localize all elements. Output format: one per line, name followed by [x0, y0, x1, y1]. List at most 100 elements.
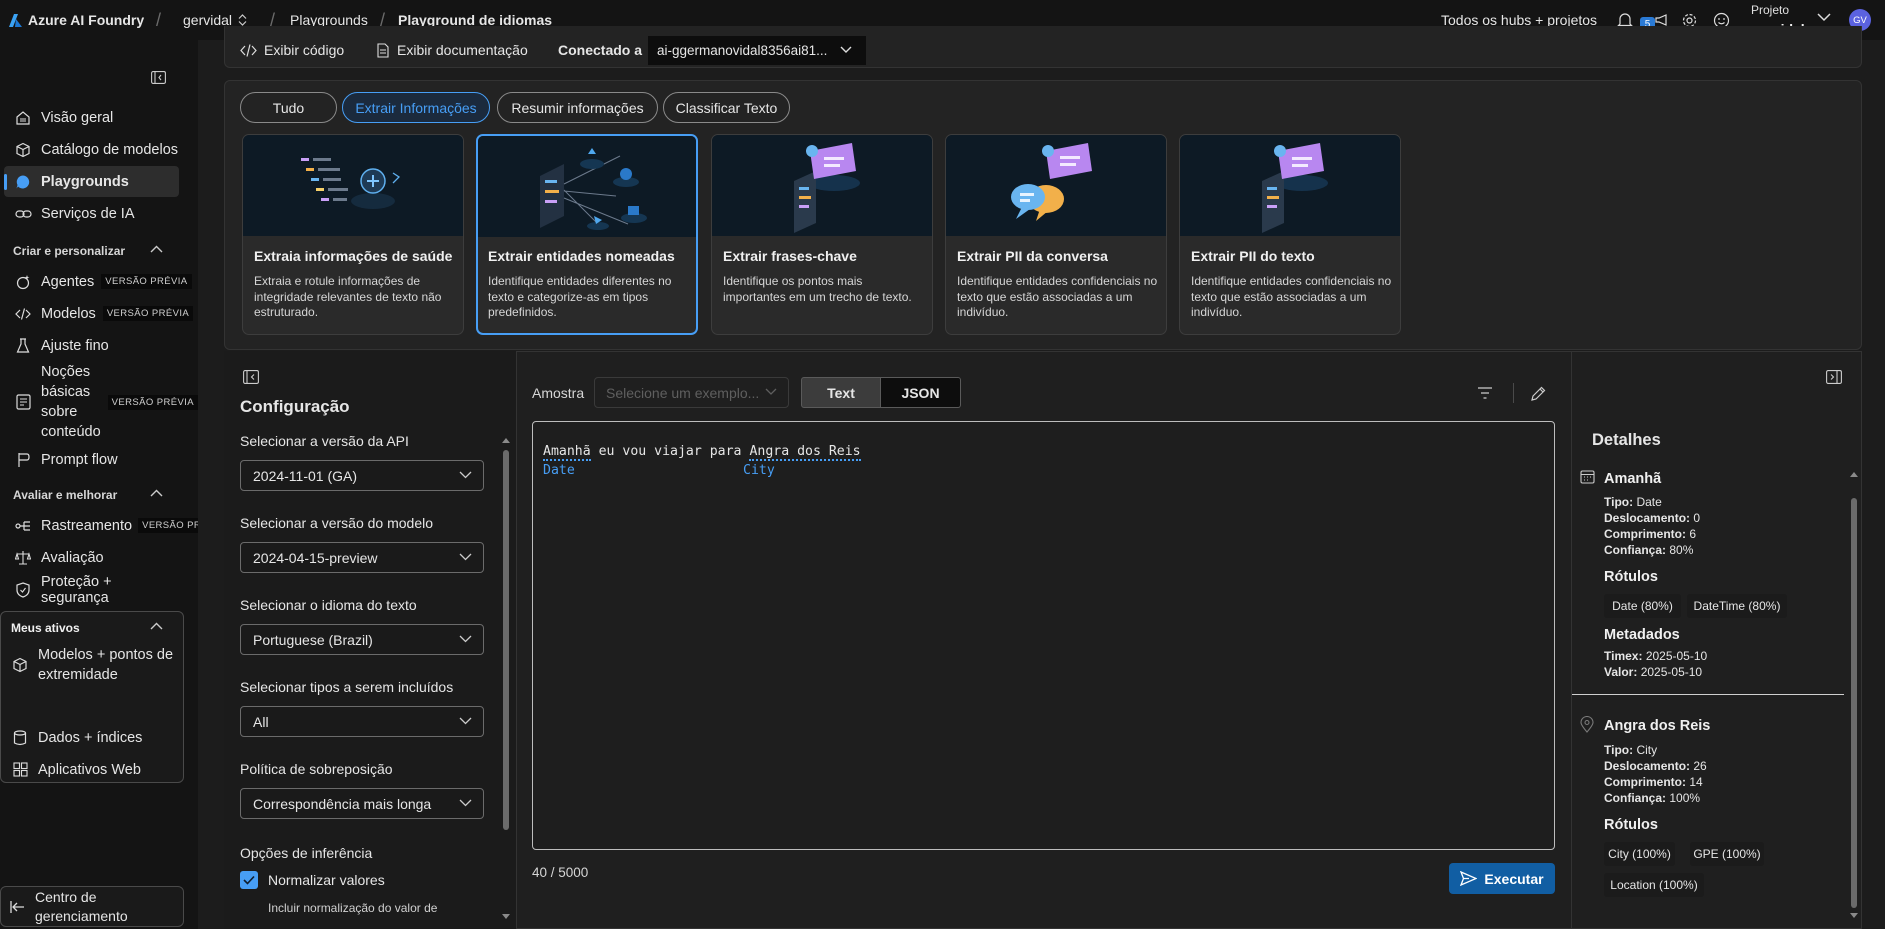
- project-label: Projeto: [1751, 3, 1790, 17]
- sidebar-item-label: Playgrounds: [41, 173, 129, 190]
- sidebar-item-fine-tuning[interactable]: Ajuste fino: [4, 330, 179, 361]
- tab-text[interactable]: Text: [801, 377, 881, 408]
- model-version-value: 2024-04-15-preview: [253, 549, 378, 566]
- flask-icon: [14, 337, 32, 355]
- filter-summarize[interactable]: Resumir informações: [497, 92, 658, 123]
- view-code-button[interactable]: Exibir código: [240, 42, 344, 58]
- section-create-title: Criar e personalizar: [13, 244, 126, 258]
- entity-city[interactable]: Angra dos Reis: [749, 444, 861, 461]
- sidebar-item-label: Rastreamento: [41, 517, 133, 534]
- connected-label: Conectado a: [558, 42, 643, 58]
- divider: [516, 351, 517, 929]
- sidebar-item-playgrounds[interactable]: Playgrounds: [4, 166, 179, 197]
- normalize-checkbox[interactable]: [240, 871, 258, 889]
- sidebar-item-label: Catálogo de modelos: [41, 141, 179, 158]
- sidebar-item-models-endpoints[interactable]: Modelos + pontos de extremidade: [4, 643, 179, 687]
- card-description: Identifique os pontos mais importantes e…: [723, 274, 912, 304]
- model-version-select[interactable]: 2024-04-15-preview: [240, 542, 484, 573]
- cube-icon: [11, 656, 29, 674]
- management-center-button[interactable]: Centro de gerenciamento: [0, 886, 184, 927]
- checkmark-icon: [243, 875, 255, 885]
- sidebar-item-label: Ajuste fino: [41, 337, 109, 354]
- resource-selector[interactable]: ai-ggermanovidal8356ai81...: [648, 36, 866, 65]
- preview-badge: VERSÃO PRÉVIA: [102, 306, 194, 321]
- editor-plain-text: eu vou viajar para: [590, 444, 750, 459]
- text-editor[interactable]: [532, 421, 1555, 850]
- view-docs-button[interactable]: Exibir documentação: [377, 42, 528, 58]
- entity-date[interactable]: Amanhã: [543, 444, 591, 461]
- sidebar-item-safety[interactable]: Proteção + segurança: [4, 574, 179, 606]
- chevron-up-icon[interactable]: [150, 245, 163, 253]
- sidebar-item-data-indexes[interactable]: Dados + índices: [4, 722, 179, 753]
- health-illustration-icon: [243, 135, 463, 236]
- config-scrollbar[interactable]: [501, 436, 511, 921]
- flow-icon: [14, 451, 32, 469]
- value: City: [1636, 743, 1658, 757]
- chevron-up-icon[interactable]: [150, 622, 163, 630]
- edit-icon[interactable]: [1530, 386, 1546, 402]
- editor-line: Amanhã eu vou viajar para Angra dos Reis: [543, 442, 861, 461]
- card-pii-conversation[interactable]: Extrair PII da conversa Identifique enti…: [945, 134, 1167, 335]
- collapse-details-icon[interactable]: [1826, 370, 1842, 384]
- sidebar-item-prompt-flow[interactable]: Prompt flow: [4, 444, 179, 475]
- calendar-icon: [1580, 469, 1595, 484]
- location-pin-icon: [1580, 716, 1594, 733]
- chevron-up-icon[interactable]: [150, 489, 163, 497]
- scroll-down-icon: [1850, 913, 1858, 918]
- run-button[interactable]: Executar: [1449, 863, 1555, 894]
- card-description: Extraia e rotule informações de integrid…: [254, 274, 442, 319]
- sidebar-item-agents[interactable]: Agentes VERSÃO PRÉVIA: [4, 266, 192, 297]
- entity2-name: Angra dos Reis: [1604, 718, 1711, 734]
- chat-icon: [14, 173, 32, 191]
- key-phrases-illustration-icon: [712, 135, 932, 236]
- details-scrollbar[interactable]: [1849, 470, 1859, 920]
- brand[interactable]: Azure AI Foundry: [9, 0, 144, 40]
- sidebar-item-content-understanding[interactable]: Noções básicas sobre conteúdo VERSÃO PRÉ…: [4, 362, 198, 442]
- filter-icon[interactable]: [1477, 387, 1493, 399]
- chevron-down-icon[interactable]: [1817, 13, 1831, 22]
- language-select[interactable]: Portuguese (Brazil): [240, 624, 484, 655]
- filter-extract-info[interactable]: Extrair Informações: [342, 92, 490, 123]
- card-title: Extrair PII do texto: [1191, 248, 1315, 264]
- api-version-value: 2024-11-01 (GA): [253, 467, 358, 484]
- filter-classify[interactable]: Classificar Texto: [663, 92, 790, 123]
- code-icon: [240, 43, 257, 57]
- types-select[interactable]: All: [240, 706, 484, 737]
- scroll-thumb[interactable]: [503, 450, 509, 830]
- sidebar: Visão geral Catálogo de modelos Playgrou…: [0, 40, 212, 929]
- chevron-down-icon: [459, 635, 472, 643]
- api-version-select[interactable]: 2024-11-01 (GA): [240, 460, 484, 491]
- section-evaluate-title: Avaliar e melhorar: [13, 488, 118, 502]
- tab-json[interactable]: JSON: [881, 377, 961, 408]
- sidebar-item-model-catalog[interactable]: Catálogo de modelos: [4, 134, 179, 165]
- sidebar-item-models[interactable]: Modelos VERSÃO PRÉVIA: [4, 298, 194, 329]
- sidebar-item-evaluation[interactable]: Avaliação: [4, 542, 179, 573]
- card-description: Identifique entidades diferentes no text…: [488, 274, 672, 319]
- sidebar-item-label: Dados + índices: [38, 729, 143, 746]
- sidebar-item-label: Prompt flow: [41, 451, 118, 468]
- card-health-extraction[interactable]: Extraia informações de saúde Extraia e r…: [242, 134, 464, 335]
- scroll-thumb[interactable]: [1851, 498, 1857, 908]
- overlap-select[interactable]: Correspondência mais longa: [240, 788, 484, 819]
- entity2-type: Tipo: City: [1604, 743, 1657, 757]
- card-title: Extrair frases-chave: [723, 248, 857, 264]
- sidebar-item-web-apps[interactable]: Aplicativos Web: [4, 754, 179, 785]
- sidebar-item-ai-services[interactable]: Serviços de IA: [4, 198, 179, 229]
- card-key-phrases[interactable]: Extrair frases-chave Identifique os pont…: [711, 134, 933, 335]
- collapse-config-icon[interactable]: [243, 370, 259, 384]
- document-icon: [377, 42, 389, 58]
- scroll-down-icon: [502, 914, 510, 919]
- card-pii-text[interactable]: Extrair PII do texto Identifique entidad…: [1179, 134, 1401, 335]
- sample-select[interactable]: Selecione um exemplo...: [594, 377, 789, 408]
- card-ner[interactable]: Extrair entidades nomeadas Identifique e…: [476, 134, 698, 335]
- filter-all[interactable]: Tudo: [240, 92, 337, 123]
- sidebar-item-tracing[interactable]: Rastreamento VERSÃO PRÉ: [4, 510, 212, 541]
- collapse-sidebar-icon[interactable]: [151, 71, 166, 84]
- entity1-metadata-title: Metadados: [1604, 627, 1680, 643]
- language-value: Portuguese (Brazil): [253, 631, 373, 648]
- sidebar-item-label: Visão geral: [41, 109, 114, 126]
- label-tag: Date (80%): [1604, 594, 1681, 618]
- sidebar-item-overview[interactable]: Visão geral: [4, 102, 179, 133]
- sidebar-item-label: Avaliação: [41, 549, 104, 566]
- entity2-length: Comprimento: 14: [1604, 775, 1703, 789]
